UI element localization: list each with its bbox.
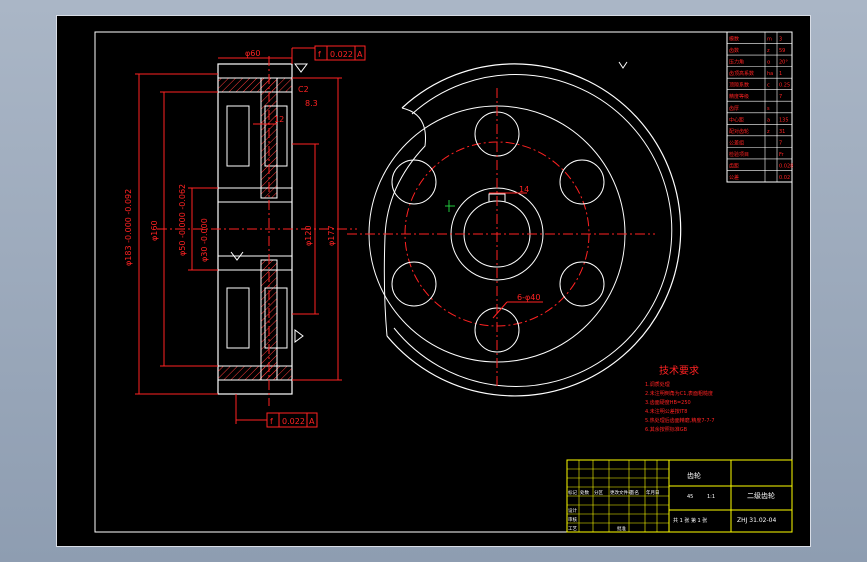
rim-bottom	[217, 365, 293, 381]
pocket-3	[226, 287, 250, 349]
dim-d183: φ183 -0.000 -0.092	[124, 189, 133, 266]
param-cell: z	[767, 48, 770, 54]
tb-label: 标记	[568, 489, 577, 496]
param-cell: 顶隙系数	[729, 82, 749, 89]
param-cell: 31	[779, 129, 785, 135]
parameter-table: 模数 m 3 齿数 z 59 压力角 α 20° 齿顶高系数 ha 1 顶隙系数 c 0.25 精度等级 7 齿厚…	[726, 31, 793, 183]
param-cell: m	[767, 37, 772, 43]
tol-datum-bottom: A	[309, 417, 315, 426]
tb-label: 分区	[594, 489, 603, 496]
tb-code: ZHJ 31.02-04	[737, 517, 776, 524]
param-cell: 检验项目	[729, 151, 749, 158]
dim-d30: φ30 -0.000	[200, 218, 209, 262]
tb-label: 年月日	[646, 489, 660, 496]
tech-line-3: 3.齿面硬度HB=250	[645, 399, 691, 406]
tb-name: 二级齿轮	[747, 491, 775, 500]
param-cell: 齿顶高系数	[729, 70, 754, 77]
technical-requirements: 技术要求 1.调质处理 2.未注明倒角为C1,表面粗糙度 3.齿面硬度HB=25…	[645, 364, 715, 433]
param-cell: 0.028	[779, 163, 793, 169]
tb-label: 批准	[617, 525, 626, 532]
tol-symbol-bottom: f	[270, 417, 273, 426]
dim-12: 12	[274, 115, 284, 124]
dim-chamfer: C2	[298, 85, 309, 94]
tb-label: 审核	[568, 516, 577, 523]
param-cell: 59	[779, 48, 785, 54]
tb-scale: 1:1	[707, 494, 715, 500]
param-cell: 中心距	[729, 116, 744, 123]
param-cell: Fr	[779, 152, 785, 158]
tech-line-4: 4.未注明公差按IT8	[645, 408, 687, 415]
tb-material: 45	[687, 494, 693, 500]
dim-d160: φ160	[150, 220, 159, 241]
dim-holes: 6-φ40	[517, 293, 540, 302]
dim-8: 8.3	[305, 99, 318, 108]
tb-part: 齿轮	[687, 471, 701, 480]
tb-label: 签名	[630, 489, 639, 496]
dim-d177: φ177	[327, 225, 336, 246]
front-view	[347, 63, 682, 397]
param-cell: 齿距	[729, 163, 739, 169]
inner-frame	[94, 31, 793, 533]
param-cell: 公差	[729, 174, 739, 181]
gear-outer-arc	[386, 63, 682, 397]
param-cell: 3	[779, 37, 782, 43]
tech-line-1: 1.调质处理	[645, 381, 670, 388]
tb-label: 工艺	[568, 526, 577, 532]
param-cell: 135	[779, 117, 789, 123]
tol-datum-top: A	[357, 50, 363, 59]
rim-top	[217, 77, 293, 93]
param-cell: s	[767, 106, 770, 112]
param-cell: 0.25	[779, 83, 790, 89]
param-cell: ha	[767, 71, 773, 77]
param-cell: 精度等级	[729, 93, 749, 100]
tol-value-bottom: 0.022	[282, 417, 305, 426]
param-cell: 公差组	[729, 139, 744, 146]
dim-d120: φ120	[304, 225, 313, 246]
title-block: 齿轮 二级齿轮 ZHJ 31.02-04 1:1 45 共 1 张 第 1 张 …	[566, 459, 793, 533]
param-cell: α	[767, 60, 771, 66]
param-cell: a	[767, 117, 770, 123]
param-cell: 齿厚	[729, 106, 739, 112]
tb-sheet: 共 1 张 第 1 张	[673, 517, 707, 524]
tb-label: 处数	[580, 489, 589, 496]
tech-line-6: 6.其余按照标准GB	[645, 426, 688, 433]
dim-d60: φ60	[245, 49, 260, 58]
param-cell: 1	[779, 71, 782, 77]
tol-value-top: 0.022	[330, 50, 353, 59]
hole-5	[391, 261, 437, 307]
param-cell: 7	[779, 94, 782, 100]
hole-2	[559, 159, 605, 205]
break-line	[383, 107, 427, 337]
tb-label: 设计	[568, 507, 577, 514]
pocket-1	[226, 105, 250, 167]
param-cell: 压力角	[729, 59, 744, 66]
param-cell: z	[767, 129, 770, 135]
param-cell: 7	[779, 140, 782, 146]
tech-line-5: 5.热处理后齿面精磨,精度7-7-7	[645, 417, 715, 424]
param-cell: c	[767, 83, 770, 89]
param-cell: 20°	[779, 60, 788, 66]
drawing-sheet: φ60 φ183 -0.000 -0.092 φ160 φ50 -0.000 -…	[56, 15, 811, 547]
param-cell: 0.02	[779, 175, 790, 181]
tol-symbol-top: f	[318, 50, 321, 59]
param-cell: 模数	[729, 36, 739, 43]
param-cell: 配对齿轮	[729, 128, 749, 135]
dim-d50: φ50 -0.000 -0.062	[178, 184, 187, 256]
param-cell: 齿数	[729, 47, 739, 54]
dimension-texts: φ60 φ183 -0.000 -0.092 φ160 φ50 -0.000 -…	[124, 49, 540, 426]
gear-drawing-canvas: φ60 φ183 -0.000 -0.092 φ160 φ50 -0.000 -…	[94, 31, 793, 533]
tech-line-2: 2.未注明倒角为C1,表面粗糙度	[645, 390, 713, 397]
tech-title: 技术要求	[659, 364, 699, 377]
green-marker	[445, 200, 455, 212]
